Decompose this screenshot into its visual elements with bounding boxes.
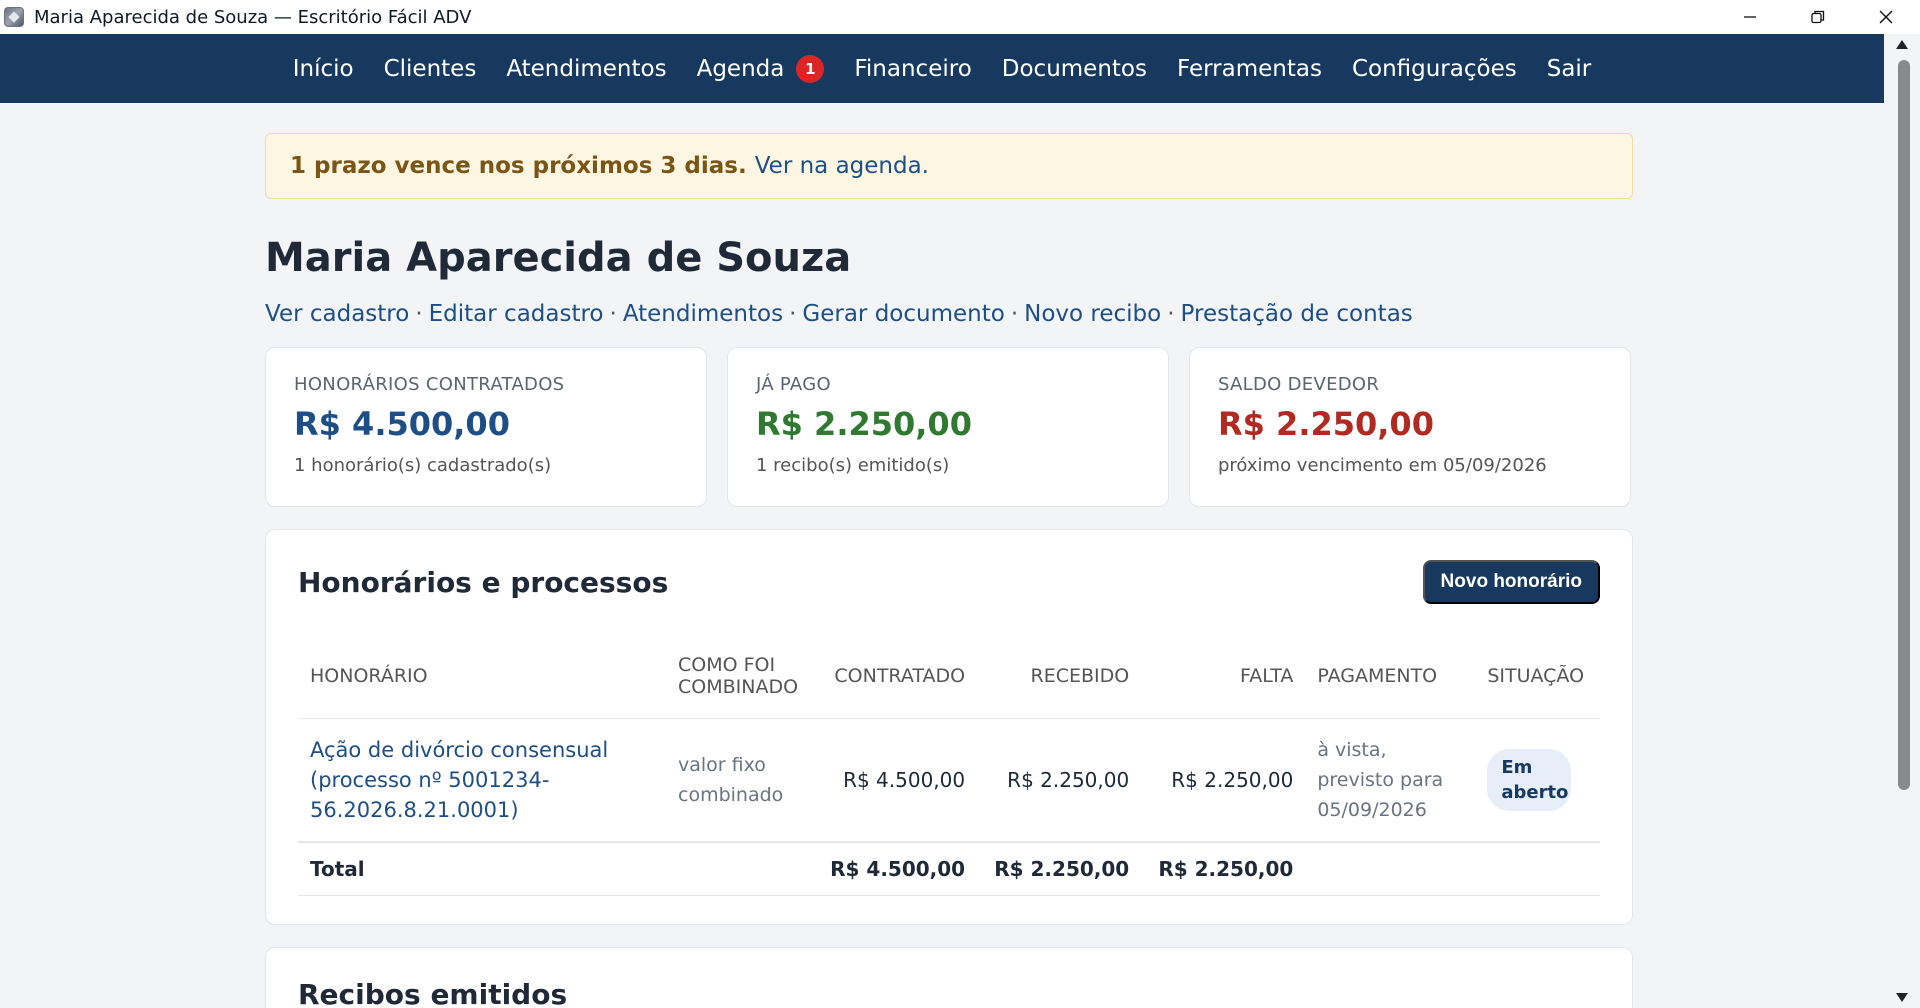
section-title: Recibos emitidos [298, 977, 568, 1008]
total-contratado: R$ 4.500,00 [813, 841, 978, 896]
status-badge: Em aberto [1487, 748, 1572, 811]
action-editar-cadastro[interactable]: Editar cadastro [429, 301, 604, 327]
card-value: R$ 4.500,00 [294, 405, 510, 443]
section-title: Honorários e processos [298, 565, 669, 599]
window-title: Maria Aparecida de Souza — Escritório Fá… [34, 6, 472, 28]
col-situacao: SITUAÇÃO [1475, 634, 1600, 719]
table-row: Ação de divórcio consensual (processo nº… [298, 718, 1600, 843]
cell-contratado: R$ 4.500,00 [813, 718, 978, 843]
recibos-panel: Recibos emitidos [265, 946, 1633, 1008]
window-titlebar: Maria Aparecida de Souza — Escritório Fá… [0, 0, 1920, 34]
action-atendimentos[interactable]: Atendimentos [623, 301, 783, 327]
main-nav: Início Clientes Atendimentos Agenda 1 Fi… [0, 34, 1884, 103]
scroll-thumb[interactable] [1898, 60, 1910, 790]
honorarios-panel: Honorários e processos Novo honorário HO… [265, 529, 1633, 925]
col-falta: FALTA [1141, 634, 1306, 719]
honorario-link[interactable]: Ação de divórcio consensual (processo nº… [298, 718, 666, 843]
card-value: R$ 2.250,00 [1218, 405, 1434, 443]
cell-pagamento: à vista, previsto para 05/09/2026 [1305, 718, 1476, 843]
action-separator: · [789, 301, 797, 327]
client-actions: Ver cadastro · Editar cadastro · Atendim… [265, 301, 1633, 327]
table-header-row: HONORÁRIO COMO FOI COMBINADO CONTRATADO … [298, 634, 1600, 719]
alert-agenda-link[interactable]: Ver na agenda. [755, 153, 929, 179]
panel-header: Honorários e processos Novo honorário [298, 530, 1600, 634]
deadline-alert: 1 prazo vence nos próximos 3 dias. Ver n… [265, 133, 1633, 199]
total-label: Total [298, 841, 666, 896]
cell-situacao: Em aberto [1475, 718, 1600, 843]
close-icon [1879, 10, 1893, 24]
action-novo-recibo[interactable]: Novo recibo [1024, 301, 1161, 327]
nav-ferramentas[interactable]: Ferramentas [1162, 56, 1337, 82]
action-prestacao-contas[interactable]: Prestação de contas [1181, 301, 1413, 327]
action-separator: · [1010, 301, 1019, 327]
cell-combinado: valor fixo combinado [666, 718, 813, 843]
card-ja-pago: JÁ PAGO R$ 2.250,00 1 recibo(s) emitido(… [727, 347, 1169, 507]
table-total-row: Total R$ 4.500,00 R$ 2.250,00 R$ 2.250,0… [298, 841, 1600, 896]
restore-button[interactable] [1784, 0, 1852, 34]
action-separator: · [609, 301, 617, 327]
close-button[interactable] [1852, 0, 1920, 34]
total-recebido: R$ 2.250,00 [977, 841, 1142, 896]
card-subtext: 1 recibo(s) emitido(s) [756, 455, 950, 476]
cell-falta: R$ 2.250,00 [1141, 718, 1306, 843]
minimize-icon [1744, 16, 1756, 18]
scroll-up-icon[interactable] [1896, 40, 1908, 49]
app-logo-icon [4, 7, 24, 27]
action-separator: · [415, 301, 423, 327]
page-title: Maria Aparecida de Souza [265, 235, 852, 281]
card-value: R$ 2.250,00 [756, 405, 972, 443]
alert-message: 1 prazo vence nos próximos 3 dias. [290, 153, 747, 179]
col-honorario: HONORÁRIO [298, 634, 666, 719]
cell-recebido: R$ 2.250,00 [977, 718, 1142, 843]
nav-configuracoes[interactable]: Configurações [1337, 56, 1532, 82]
card-saldo-devedor: SALDO DEVEDOR R$ 2.250,00 próximo vencim… [1189, 347, 1631, 507]
summary-cards: HONORÁRIOS CONTRATADOS R$ 4.500,00 1 hon… [265, 347, 1633, 507]
restore-icon [1811, 10, 1825, 24]
action-gerar-documento[interactable]: Gerar documento [802, 301, 1004, 327]
action-separator: · [1167, 301, 1175, 327]
card-subtext: próximo vencimento em 05/09/2026 [1218, 455, 1547, 476]
novo-honorario-button[interactable]: Novo honorário [1422, 560, 1600, 604]
action-ver-cadastro[interactable]: Ver cadastro [265, 301, 409, 327]
col-recebido: RECEBIDO [977, 634, 1142, 719]
card-honorarios-contratados: HONORÁRIOS CONTRATADOS R$ 4.500,00 1 hon… [265, 347, 707, 507]
nav-inicio[interactable]: Início [278, 56, 369, 82]
col-como-foi-combinado: COMO FOI COMBINADO [666, 634, 813, 719]
nav-clientes[interactable]: Clientes [369, 56, 492, 82]
nav-agenda[interactable]: Agenda 1 [682, 54, 840, 83]
nav-agenda-label: Agenda [696, 55, 785, 82]
card-label: JÁ PAGO [756, 374, 831, 395]
nav-sair[interactable]: Sair [1532, 56, 1607, 82]
window-controls [1716, 0, 1920, 34]
total-empty [666, 841, 813, 896]
vertical-scrollbar[interactable] [1884, 34, 1920, 1008]
nav-atendimentos[interactable]: Atendimentos [491, 56, 681, 82]
total-falta: R$ 2.250,00 [1141, 841, 1306, 896]
minimize-button[interactable] [1716, 0, 1784, 34]
card-label: SALDO DEVEDOR [1218, 374, 1380, 395]
col-pagamento: PAGAMENTO [1305, 634, 1476, 719]
nav-financeiro[interactable]: Financeiro [839, 56, 986, 82]
scroll-down-icon[interactable] [1896, 993, 1908, 1002]
main-content: 1 prazo vence nos próximos 3 dias. Ver n… [265, 103, 1633, 1008]
card-subtext: 1 honorário(s) cadastrado(s) [294, 455, 552, 476]
card-label: HONORÁRIOS CONTRATADOS [294, 374, 565, 395]
total-empty [1475, 841, 1600, 896]
agenda-count-badge: 1 [796, 54, 825, 83]
nav-documentos[interactable]: Documentos [987, 56, 1162, 82]
col-contratado: CONTRATADO [813, 634, 978, 719]
panel-spacer [298, 896, 1600, 924]
honorarios-table: HONORÁRIO COMO FOI COMBINADO CONTRATADO … [298, 634, 1600, 896]
total-empty [1305, 841, 1476, 896]
